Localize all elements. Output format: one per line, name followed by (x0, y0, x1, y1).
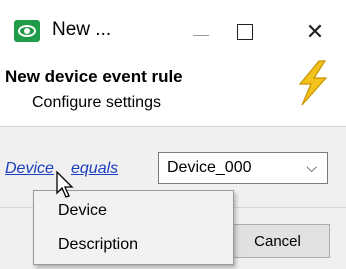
menu-item-device[interactable]: Device (58, 202, 107, 220)
minimize-icon (193, 34, 209, 36)
field-link-device[interactable]: Device (5, 160, 54, 178)
close-icon: ✕ (305, 19, 325, 44)
header-subtitle: Configure settings (32, 94, 161, 111)
chevron-down-icon: ⌵ (306, 159, 317, 175)
value-select-text: Device_000 (167, 159, 252, 176)
maximize-icon (237, 24, 253, 40)
maximize-button[interactable] (222, 12, 268, 52)
dialog-window: New ... ✕ New device event rule Configur… (0, 0, 346, 269)
cancel-button-label: Cancel (254, 232, 301, 250)
lightning-bolt-icon (298, 60, 328, 106)
eye-icon (14, 20, 40, 42)
window-title: New ... (52, 19, 112, 40)
operator-link-equals[interactable]: equals (71, 160, 118, 178)
close-button[interactable]: ✕ (292, 12, 338, 52)
value-select[interactable]: Device_000 ⌵ (158, 152, 328, 184)
arrow-cursor-icon (56, 171, 74, 198)
header-title: New device event rule (5, 67, 183, 86)
cancel-button[interactable]: Cancel (225, 224, 330, 258)
minimize-button[interactable] (178, 12, 224, 52)
title-bar: New ... ✕ (0, 0, 346, 58)
menu-item-description[interactable]: Description (58, 236, 138, 254)
